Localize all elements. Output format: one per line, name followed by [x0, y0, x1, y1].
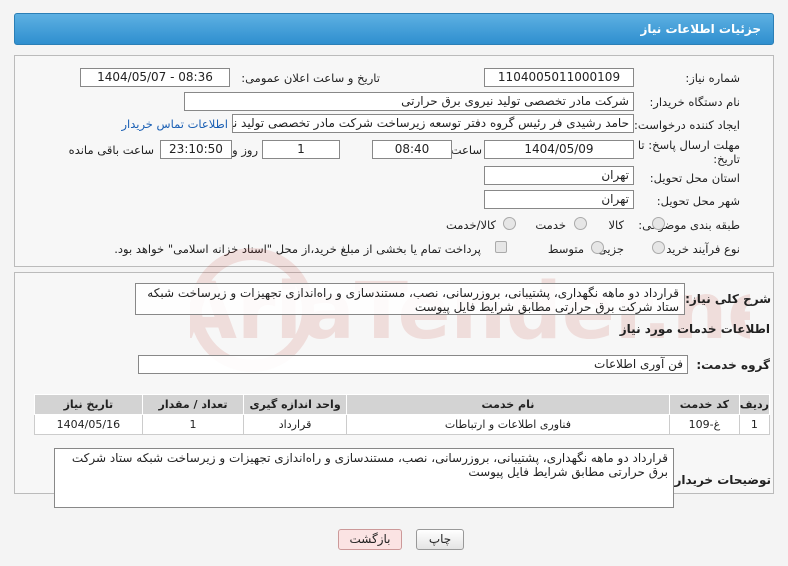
- deadline-time-label: ساعت: [450, 143, 482, 157]
- province-field[interactable]: تهران: [484, 166, 634, 185]
- services-section-title: اطلاعات خدمات مورد نیاز: [619, 322, 770, 336]
- print-button[interactable]: چاپ: [416, 529, 464, 550]
- category-service-radio[interactable]: [574, 217, 587, 230]
- process-label: نوع فرآیند خرید :: [658, 242, 740, 256]
- col-need-date: تاریخ نیاز: [34, 394, 143, 415]
- cell-service-code: غ-109: [669, 414, 740, 435]
- cell-unit: قرارداد: [243, 414, 347, 435]
- city-label: شهر محل تحویل:: [656, 194, 740, 208]
- remaining-time-field[interactable]: 23:10:50: [160, 140, 232, 159]
- buyer-org-field[interactable]: شرکت مادر تخصصی تولید نیروی برق حرارتی: [184, 92, 634, 111]
- col-quantity: تعداد / مقدار: [141, 394, 245, 415]
- deadline-date-label: تاریخ:: [713, 152, 740, 166]
- deadline-label: مهلت ارسال پاسخ: تا: [637, 138, 740, 152]
- cell-quantity: 1: [141, 414, 245, 435]
- need-number-field[interactable]: 1104005011000109: [484, 68, 634, 87]
- col-service-code: کد خدمت: [669, 394, 740, 415]
- city-field[interactable]: تهران: [484, 190, 634, 209]
- col-service-name: نام خدمت: [345, 394, 671, 415]
- deadline-date-field[interactable]: 1404/05/09: [484, 140, 634, 159]
- category-goods-service-label: کالا/خدمت: [445, 218, 496, 232]
- cell-row-number: 1: [738, 414, 771, 435]
- cell-need-date: 1404/05/16: [34, 414, 143, 435]
- cell-service-name: فناوری اطلاعات و ارتباطات: [345, 414, 671, 435]
- table-header-row: ردیف کد خدمت نام خدمت واحد اندازه گیری ت…: [34, 394, 771, 415]
- page-title: جزئیات اطلاعات نیاز: [640, 22, 761, 36]
- category-goods-service-radio[interactable]: [503, 217, 516, 230]
- summary-label: شرح کلی نیاز:: [685, 292, 771, 306]
- process-minor-radio[interactable]: [652, 241, 665, 254]
- days-field[interactable]: 1: [262, 140, 340, 159]
- page-header: جزئیات اطلاعات نیاز: [14, 13, 774, 45]
- announce-label: تاریخ و ساعت اعلان عمومی:: [241, 71, 380, 85]
- service-group-label: گروه خدمت:: [696, 358, 770, 372]
- announce-datetime-field[interactable]: 1404/05/07 - 08:36: [80, 68, 230, 87]
- days-label: روز و: [232, 143, 258, 157]
- treasury-payment-checkbox[interactable]: [495, 241, 507, 253]
- category-goods-radio[interactable]: [652, 217, 665, 230]
- process-medium-label: متوسط: [547, 242, 584, 256]
- need-number-label: شماره نیاز:: [685, 71, 740, 85]
- summary-textarea[interactable]: قرارداد دو ماهه نگهداری، پشتیبانی، بروزر…: [135, 283, 685, 315]
- service-group-field[interactable]: فن آوری اطلاعات: [138, 355, 688, 374]
- buyer-org-label: نام دستگاه خریدار:: [649, 95, 740, 109]
- deadline-time-field[interactable]: 08:40: [372, 140, 452, 159]
- category-goods-label: کالا: [608, 218, 624, 232]
- process-medium-radio[interactable]: [591, 241, 604, 254]
- table-row[interactable]: 1 غ-109 فناوری اطلاعات و ارتباطات قراردا…: [34, 414, 771, 435]
- services-table: ردیف کد خدمت نام خدمت واحد اندازه گیری ت…: [34, 394, 771, 435]
- contact-info-link[interactable]: اطلاعات تماس خریدار: [121, 117, 228, 131]
- category-service-label: خدمت: [535, 218, 566, 232]
- creator-label: ایجاد کننده درخواست:: [634, 118, 740, 132]
- buyer-notes-textarea[interactable]: قرارداد دو ماهه نگهداری، پشتیبانی، بروزر…: [54, 448, 674, 508]
- creator-field[interactable]: حامد رشیدی فر رئیس گروه دفتر توسعه زیرسا…: [232, 114, 634, 133]
- col-row-number: ردیف: [738, 394, 771, 415]
- buyer-notes-label: توضیحات خریدار:: [669, 473, 771, 487]
- treasury-payment-note: پرداخت تمام یا بخشی از مبلغ خرید،از محل …: [114, 242, 481, 256]
- remaining-time-label: ساعت باقی مانده: [68, 143, 154, 157]
- back-button[interactable]: بازگشت: [338, 529, 402, 550]
- col-unit: واحد اندازه گیری: [243, 394, 347, 415]
- province-label: استان محل تحویل:: [649, 171, 740, 185]
